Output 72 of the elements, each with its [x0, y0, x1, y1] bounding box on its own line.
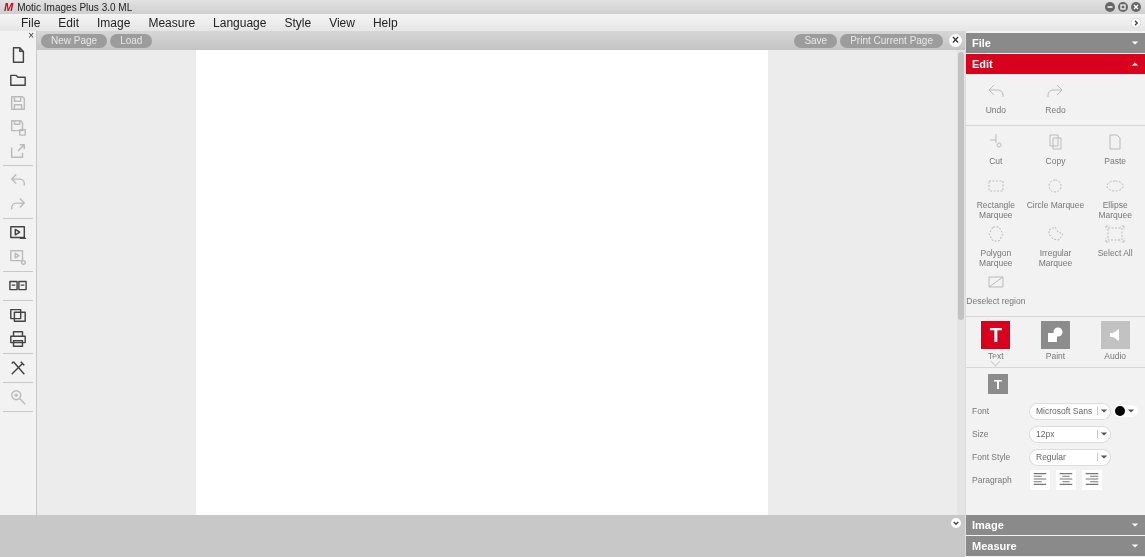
printer-icon [9, 330, 27, 348]
edit-tool-button[interactable]: Paste [1085, 130, 1145, 174]
align-button[interactable] [1056, 470, 1076, 490]
save-as-icon [9, 118, 27, 136]
menu-item[interactable]: Measure [148, 15, 196, 30]
chevron-down-icon[interactable] [951, 518, 961, 528]
dropdown-arrow-icon [1127, 407, 1135, 415]
expand-arrow-icon [1131, 39, 1139, 47]
edit-tool-button[interactable]: Circle Marquee [1025, 174, 1086, 222]
menu-item[interactable]: Style [284, 15, 312, 30]
menu-item[interactable]: Help [372, 15, 398, 30]
dropdown[interactable]: 12px [1030, 426, 1110, 442]
toolbar-button[interactable]: New Page [41, 33, 108, 48]
edit-tool-button[interactable]: Undo [966, 79, 1026, 123]
edit-tool-button[interactable]: Irregular Marquee [1025, 222, 1086, 270]
dropdown-arrow-icon [1100, 430, 1108, 438]
expand-arrow-icon [1131, 521, 1139, 529]
maximize-icon[interactable] [1118, 2, 1128, 12]
align-center-icon [1057, 470, 1075, 488]
property-label: Paragraph [972, 475, 1013, 485]
property-label: Font Style [972, 452, 1012, 462]
expand-arrow-icon [1131, 542, 1139, 550]
close-button[interactable]: × [949, 34, 962, 47]
window-title: Motic Images Plus 3.0 ML [17, 1, 133, 13]
align-left-icon [1031, 470, 1049, 488]
menu-item[interactable]: View [329, 15, 355, 30]
video-icon [9, 224, 27, 242]
close-icon[interactable] [1131, 2, 1141, 12]
select-all-icon [1105, 224, 1126, 244]
toolbar-button[interactable]: Save [794, 33, 838, 48]
menu-item[interactable]: Language [213, 15, 267, 30]
edit-tool-button[interactable]: Deselect region [966, 270, 1026, 314]
dropdown-arrow-icon [1100, 407, 1108, 415]
dropdown[interactable]: Microsoft Sans [1030, 403, 1110, 419]
collapse-arrow-icon [1131, 60, 1139, 68]
photos-icon [9, 306, 27, 324]
close-button[interactable]: × [28, 31, 34, 41]
export-icon [9, 142, 27, 160]
section-header[interactable]: Edit [966, 54, 1145, 74]
property-label: Font [972, 406, 990, 416]
edit-tool-button[interactable]: Copy [1025, 130, 1086, 174]
edit-tool-button[interactable]: Redo [1025, 79, 1086, 123]
toolbar-button[interactable]: Load [110, 33, 153, 48]
edit-tool-button[interactable]: Cut [966, 130, 1026, 174]
irregular-marquee-icon [1045, 224, 1066, 244]
edit-tool-button[interactable]: Rectangle Marquee [966, 174, 1026, 222]
align-right-icon [1083, 470, 1101, 488]
align-button[interactable] [1082, 470, 1102, 490]
video-icon [9, 248, 27, 266]
section-header[interactable]: Measure [966, 536, 1145, 556]
edit-tool-button[interactable]: Polygon Marquee [966, 222, 1026, 270]
section-header[interactable]: File [966, 33, 1145, 53]
minimize-icon[interactable] [1105, 2, 1115, 12]
color-picker[interactable] [1113, 405, 1138, 417]
scrollbar[interactable] [957, 50, 965, 515]
menu-item[interactable]: Edit [58, 15, 80, 30]
menu-item[interactable]: File [21, 15, 41, 30]
tools-icon [9, 359, 27, 377]
dropdown[interactable]: Regular [1030, 449, 1110, 465]
edit-tool-button[interactable]: Select All [1085, 222, 1145, 270]
property-label: Size [972, 429, 990, 439]
dropdown-arrow-icon [1100, 453, 1108, 461]
text-tool-button[interactable]: T [988, 374, 1008, 394]
section-header[interactable]: Image [966, 515, 1145, 535]
zoom-in-icon [9, 388, 27, 406]
align-button[interactable] [1030, 470, 1050, 490]
menu-item[interactable]: Image [97, 15, 131, 30]
edit-tool-button[interactable]: Ellipse Marquee [1085, 174, 1145, 222]
chevron-right-icon[interactable] [1131, 17, 1141, 28]
save-icon [9, 94, 27, 112]
toolbar-button[interactable]: Print Current Page [840, 33, 943, 48]
app-logo: M [4, 1, 14, 13]
